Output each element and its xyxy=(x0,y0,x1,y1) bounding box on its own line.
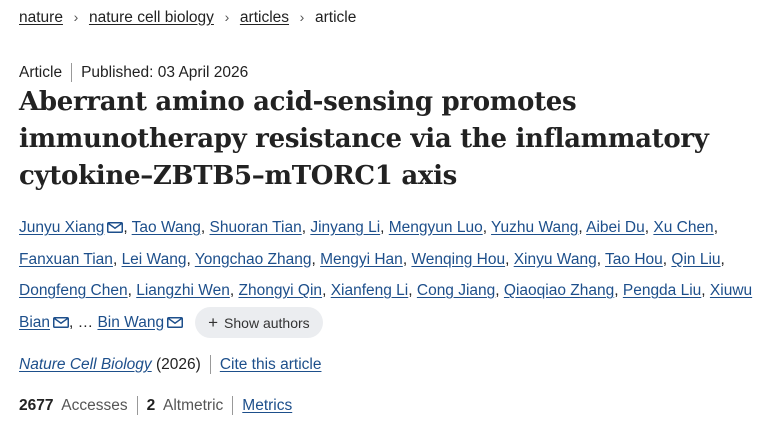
author-link[interactable]: Yongchao Zhang xyxy=(195,251,312,268)
mail-icon[interactable] xyxy=(167,316,184,328)
author-link[interactable]: Xianfeng Li xyxy=(331,282,409,299)
article-type: Article xyxy=(19,64,63,81)
author-link[interactable]: Qiaoqiao Zhang xyxy=(504,282,614,299)
author-link[interactable]: Fanxuan Tian xyxy=(19,251,113,268)
breadcrumb-nature-cell-biology[interactable]: nature cell biology xyxy=(89,9,214,26)
breadcrumb-current: article xyxy=(315,9,357,26)
journal-link[interactable]: Nature Cell Biology xyxy=(19,356,152,373)
authors-ellipsis: … xyxy=(77,313,94,331)
breadcrumb: nature › nature cell biology › articles › arti… xyxy=(19,7,356,28)
altmetric-count: 2 xyxy=(146,397,156,414)
author-link[interactable]: Junyu Xiang xyxy=(19,219,104,236)
author-link[interactable]: Wenqing Hou xyxy=(411,251,505,268)
author-link[interactable]: Cong Jiang xyxy=(417,282,495,299)
chevron-right-icon: › xyxy=(299,9,305,25)
show-authors-button[interactable]: + Show authors xyxy=(195,306,323,338)
author-link[interactable]: Bin Wang xyxy=(97,314,164,331)
breadcrumb-articles[interactable]: articles xyxy=(240,9,289,26)
author-link[interactable]: Aibei Du xyxy=(586,219,645,236)
metrics-divider xyxy=(136,396,138,416)
article-header: nature › nature cell biology › articles › arti… xyxy=(0,0,773,429)
journal-year: (2026) xyxy=(156,356,201,373)
show-authors-label: Show authors xyxy=(224,314,310,331)
mail-icon[interactable] xyxy=(53,316,70,328)
plus-icon: + xyxy=(208,312,219,332)
author-link[interactable]: Qin Liu xyxy=(671,251,720,268)
altmetric-label: Altmetric xyxy=(162,397,224,414)
author-link[interactable]: Zhongyi Qin xyxy=(238,282,322,299)
author-link[interactable]: Lei Wang xyxy=(122,251,187,268)
author-link[interactable]: Xu Chen xyxy=(653,219,713,236)
chevron-right-icon: › xyxy=(224,9,230,25)
cite-article-link[interactable]: Cite this article xyxy=(220,356,322,373)
author-link[interactable]: Tao Hou xyxy=(605,251,663,268)
author-link[interactable]: Pengda Liu xyxy=(623,282,701,299)
metrics-row: 2677 Accesses 2 Altmetric Metrics xyxy=(19,396,292,416)
journal-row: Nature Cell Biology (2026) Cite this arti… xyxy=(19,355,321,375)
metrics-link[interactable]: Metrics xyxy=(242,397,292,414)
mail-icon[interactable] xyxy=(107,222,124,233)
author-list: Junyu Xiang, Tao Wang, Shuoran Tian, Jin… xyxy=(19,212,759,338)
journal-divider xyxy=(209,355,211,375)
author-link[interactable]: Yuzhu Wang xyxy=(491,219,578,236)
author-link[interactable]: Shuoran Tian xyxy=(210,219,302,236)
article-meta: Article Published: 03 April 2026 xyxy=(19,63,248,83)
accesses-count: 2677 xyxy=(19,397,54,414)
author-link[interactable]: Mengyi Han xyxy=(320,251,403,268)
author-link[interactable]: Tao Wang xyxy=(132,219,201,236)
author-link[interactable]: Mengyun Luo xyxy=(389,219,483,236)
author-link[interactable]: Liangzhi Wen xyxy=(136,282,230,299)
author-link[interactable]: Dongfeng Chen xyxy=(19,282,128,299)
breadcrumb-nature[interactable]: nature xyxy=(19,9,63,26)
article-title: Aberrant amino acid-sensing promotes imm… xyxy=(19,87,709,191)
author-link[interactable]: Xinyu Wang xyxy=(514,251,597,268)
meta-divider xyxy=(71,63,73,83)
metrics-divider xyxy=(232,396,234,416)
accesses-label: Accesses xyxy=(61,397,128,414)
chevron-right-icon: › xyxy=(73,9,79,25)
author-link[interactable]: Jinyang Li xyxy=(310,219,380,236)
published-date: Published: 03 April 2026 xyxy=(81,64,249,81)
